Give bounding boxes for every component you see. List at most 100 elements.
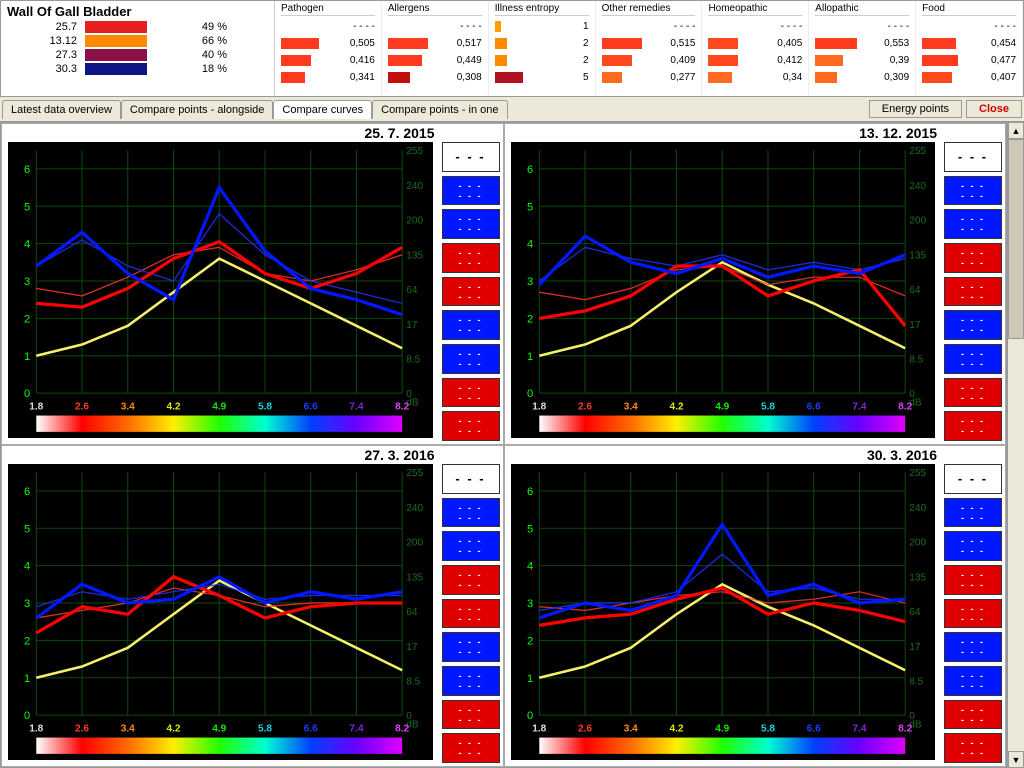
svg-text:4: 4: [527, 561, 533, 573]
side-box-blue: - - -- - -: [944, 344, 1002, 374]
svg-text:4: 4: [24, 239, 30, 251]
tab-compare-curves[interactable]: Compare curves: [273, 100, 372, 119]
svg-text:1.8: 1.8: [29, 723, 43, 734]
side-box-red: - - -- - -: [442, 411, 500, 441]
legend-row: 30.3 18 %: [7, 63, 268, 75]
side-box-white: - - -: [944, 464, 1002, 494]
metric-row: 0,517: [388, 35, 482, 52]
svg-text:8.2: 8.2: [395, 723, 409, 734]
legend-value: 25.7: [7, 21, 77, 33]
chart-cell: 25. 7. 2015012345608.51764135200240255dB…: [1, 123, 504, 445]
svg-text:2: 2: [24, 313, 30, 325]
metric-row: 0,416: [281, 52, 375, 69]
svg-text:1.8: 1.8: [29, 401, 43, 412]
tab-latest-data-overview[interactable]: Latest data overview: [2, 100, 121, 119]
svg-text:4.9: 4.9: [212, 723, 226, 734]
side-box-blue: - - -- - -: [442, 209, 500, 239]
svg-text:1.8: 1.8: [532, 401, 546, 412]
metric-group: Illness entropy 1 2 2 5: [489, 1, 596, 96]
scroll-down-arrow[interactable]: ▼: [1008, 751, 1024, 768]
metric-row: 0,34: [708, 69, 802, 86]
svg-text:8.5: 8.5: [406, 354, 420, 365]
metric-title: Homeopathic: [708, 3, 802, 16]
metric-row: 0,309: [815, 69, 909, 86]
side-box-blue: - - -- - -: [944, 209, 1002, 239]
svg-text:7.4: 7.4: [852, 723, 866, 734]
svg-text:5.8: 5.8: [760, 723, 774, 734]
vertical-scrollbar[interactable]: ▲ ▼: [1007, 122, 1024, 768]
svg-text:64: 64: [406, 285, 418, 296]
metric-group: Pathogen - - - - 0,505 0,416 0,341: [275, 1, 382, 96]
metric-row: 1: [495, 18, 589, 35]
tabs-row: Latest data overviewCompare points - alo…: [0, 97, 1024, 122]
svg-text:6: 6: [527, 164, 533, 176]
svg-text:4.9: 4.9: [715, 723, 729, 734]
metric-row: - - - -: [815, 18, 909, 35]
side-box-blue: - - -- - -: [944, 666, 1002, 696]
metric-value: 5: [545, 72, 589, 83]
metric-value: 0,553: [865, 38, 909, 49]
svg-text:255: 255: [406, 146, 423, 157]
close-button[interactable]: Close: [966, 100, 1022, 118]
side-box-red: - - -- - -: [442, 733, 500, 763]
svg-text:3.4: 3.4: [121, 401, 135, 412]
side-box-red: - - -- - -: [944, 700, 1002, 730]
svg-text:3: 3: [24, 598, 30, 610]
svg-text:1: 1: [24, 673, 30, 685]
svg-text:64: 64: [909, 285, 921, 296]
side-box-white: - - -: [442, 464, 500, 494]
side-box-red: - - -- - -: [944, 411, 1002, 441]
metric-title: Food: [922, 3, 1016, 16]
metric-row: 0,505: [281, 35, 375, 52]
legend-pct: 18 %: [177, 63, 227, 75]
svg-text:8.5: 8.5: [909, 676, 923, 687]
svg-text:1: 1: [24, 351, 30, 363]
metric-row: 0,553: [815, 35, 909, 52]
metric-value: 0,409: [652, 55, 696, 66]
scroll-up-arrow[interactable]: ▲: [1008, 122, 1024, 139]
energy-points-button[interactable]: Energy points: [869, 100, 962, 118]
side-box-red: - - -- - -: [442, 599, 500, 629]
chart-date: 27. 3. 2016: [364, 448, 434, 462]
legend-value: 27.3: [7, 49, 77, 61]
metric-title: Allopathic: [815, 3, 909, 16]
side-box-blue: - - -- - -: [442, 666, 500, 696]
side-box-red: - - -- - -: [944, 599, 1002, 629]
metric-group: Food - - - - 0,454 0,477 0,407: [916, 1, 1023, 96]
metric-row: 0,308: [388, 69, 482, 86]
side-box-blue: - - -- - -: [944, 176, 1002, 206]
legend-pct: 49 %: [177, 21, 227, 33]
metric-value: 2: [545, 55, 589, 66]
tab-compare-points-in-one[interactable]: Compare points - in one: [372, 100, 507, 119]
side-box-blue: - - -- - -: [442, 531, 500, 561]
side-box-red: - - -- - -: [442, 565, 500, 595]
svg-text:135: 135: [909, 250, 926, 261]
side-box-red: - - -- - -: [442, 277, 500, 307]
chart-cell: 27. 3. 2016012345608.51764135200240255dB…: [1, 445, 504, 767]
chart-canvas: 012345608.51764135200240255dB1.82.63.44.…: [8, 464, 433, 760]
chart-canvas: 012345608.51764135200240255dB1.82.63.44.…: [511, 464, 936, 760]
svg-text:1: 1: [527, 673, 533, 685]
svg-text:7.4: 7.4: [349, 723, 363, 734]
svg-text:7.4: 7.4: [852, 401, 866, 412]
side-box-blue: - - -- - -: [944, 498, 1002, 528]
metric-value: 0,416: [331, 55, 375, 66]
side-box-blue: - - -- - -: [442, 632, 500, 662]
tab-compare-points-alongside[interactable]: Compare points - alongside: [121, 100, 274, 119]
side-box-red: - - -- - -: [442, 243, 500, 273]
side-box-blue: - - -- - -: [442, 310, 500, 340]
scroll-thumb[interactable]: [1008, 139, 1024, 339]
svg-text:135: 135: [406, 250, 423, 261]
legend-swatch: [85, 49, 147, 61]
legend-swatch: [85, 63, 147, 75]
svg-text:5: 5: [24, 201, 30, 213]
svg-text:200: 200: [406, 216, 423, 227]
metric-value: - - - -: [865, 21, 909, 32]
metric-row: 5: [495, 69, 589, 86]
side-box-blue: - - -- - -: [944, 632, 1002, 662]
svg-text:240: 240: [406, 503, 423, 514]
svg-text:17: 17: [909, 642, 921, 653]
metric-value: 0,449: [438, 55, 482, 66]
svg-text:255: 255: [406, 468, 423, 479]
metric-value: 0,309: [865, 72, 909, 83]
